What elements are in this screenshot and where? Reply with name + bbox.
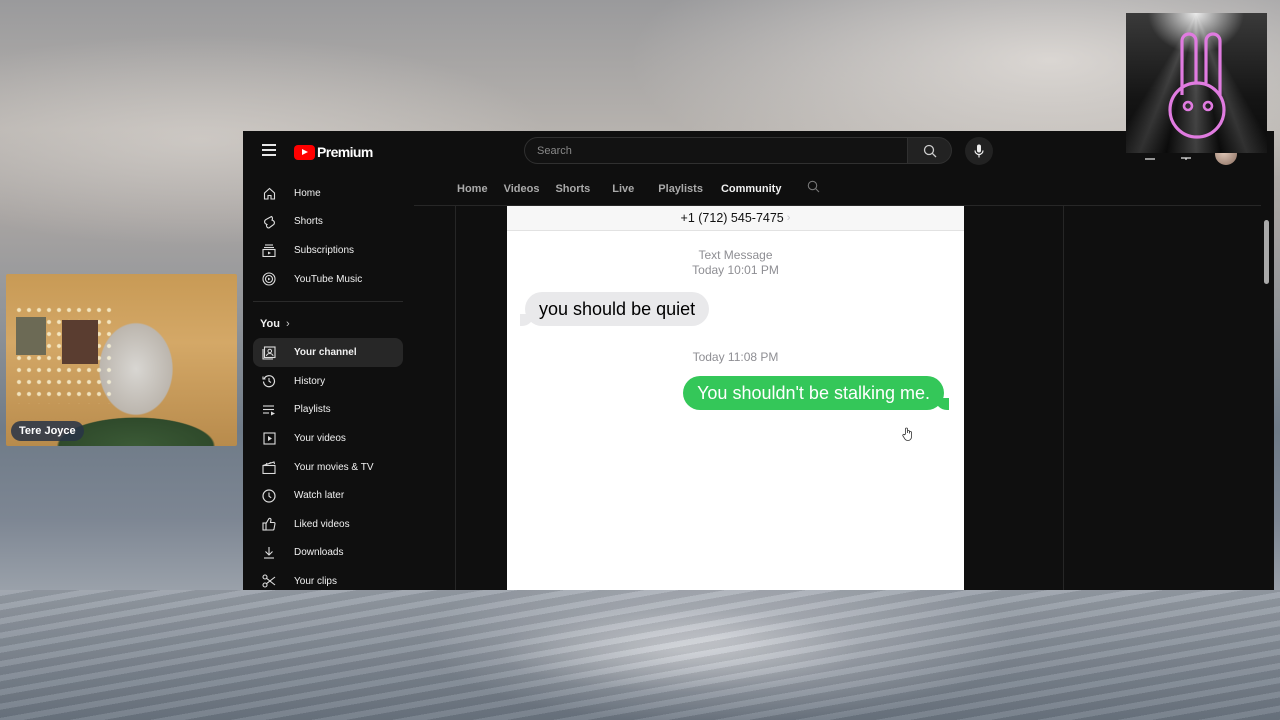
community-post-image: +1 (712) 545-7475 › Text Message Today 1…: [507, 206, 964, 590]
search-icon: [923, 144, 936, 157]
sidebar-divider: [253, 301, 403, 303]
chevron-right-icon: ›: [786, 212, 791, 224]
wall-painting: [16, 317, 46, 355]
tab-home[interactable]: Home: [457, 183, 488, 195]
sidebar-item-label: Home: [294, 187, 321, 199]
microphone-icon: [974, 144, 984, 158]
sidebar: Home Shorts Subscriptions YouTube Music …: [243, 179, 413, 590]
page-scrollbar[interactable]: [1264, 220, 1269, 284]
sidebar-you-header[interactable]: You ›: [243, 310, 413, 338]
tab-live[interactable]: Live: [612, 183, 634, 195]
sidebar-item-label: Your videos: [294, 432, 346, 444]
liked-videos-icon: [262, 517, 276, 531]
search-input[interactable]: [524, 137, 908, 164]
streamer-logo: [1126, 13, 1267, 153]
wall-painting: [62, 320, 98, 364]
brand-label: Premium: [317, 144, 373, 160]
sidebar-item-shorts[interactable]: Shorts: [253, 208, 403, 237]
column-divider: [455, 206, 456, 590]
column-divider: [1063, 206, 1064, 590]
hamburger-icon[interactable]: [262, 144, 276, 156]
contact-phone-number: +1 (712) 545-7475: [680, 211, 784, 225]
youtube-play-icon: [294, 144, 315, 160]
sidebar-item-label: Your movies & TV: [294, 461, 374, 473]
shorts-icon: [262, 215, 276, 229]
sidebar-item-label: Watch later: [294, 490, 345, 502]
sidebar-item-label: Liked videos: [294, 518, 350, 530]
downloads-icon: [262, 546, 276, 560]
subscriptions-icon: [262, 243, 276, 257]
youtube-window: Premium Search Home Shorts Subscriptions…: [243, 131, 1274, 590]
hand-cursor-icon: [902, 427, 912, 441]
sidebar-item-downloads[interactable]: Downloads: [253, 539, 403, 568]
sidebar-item-subscriptions[interactable]: Subscriptions: [253, 236, 403, 265]
tab-videos[interactable]: Videos: [504, 183, 540, 195]
you-section-title: You: [260, 318, 280, 331]
service-label: Text Message: [698, 248, 773, 262]
sidebar-item-label: Subscriptions: [294, 244, 355, 256]
message-timestamp: Today 10:01 PM: [692, 263, 779, 277]
sidebar-item-your-movies-tv[interactable]: Your movies & TV: [253, 453, 403, 482]
tab-shorts[interactable]: Shorts: [555, 183, 590, 195]
channel-tabs: Home Videos Shorts Live Playlists Commun…: [457, 180, 820, 208]
bunny-logo-icon: [1168, 32, 1226, 139]
channel-search-button[interactable]: [807, 180, 820, 198]
sidebar-item-watch-later[interactable]: Watch later: [253, 481, 403, 510]
chevron-right-icon: ›: [285, 318, 290, 331]
sidebar-item-label: Playlists: [294, 404, 331, 416]
clips-icon: [262, 574, 276, 588]
youtube-music-icon: [262, 272, 276, 286]
search-button[interactable]: [908, 137, 952, 164]
home-icon: [262, 186, 276, 200]
top-bar: Premium: [243, 131, 1274, 171]
message-header: +1 (712) 545-7475 ›: [507, 206, 964, 231]
playlists-icon: [262, 403, 276, 417]
sidebar-item-playlists[interactable]: Playlists: [253, 396, 403, 425]
movies-icon: [262, 460, 276, 474]
sidebar-item-label: Downloads: [294, 547, 344, 559]
background-water: [0, 590, 1280, 720]
sidebar-item-label: Shorts: [294, 216, 323, 228]
voice-search-button[interactable]: [965, 137, 993, 165]
incoming-message-bubble: you should be quiet: [519, 292, 710, 326]
participant-name-tag: Tere Joyce: [11, 421, 84, 441]
message-timestamp: Today 11:08 PM: [692, 350, 779, 364]
sidebar-item-liked-videos[interactable]: Liked videos: [253, 510, 403, 539]
watch-later-icon: [262, 489, 276, 503]
sidebar-item-your-channel[interactable]: Your channel: [253, 338, 403, 367]
search-icon: [808, 180, 820, 193]
search-bar: [524, 137, 952, 164]
sidebar-item-label: History: [294, 375, 326, 387]
sidebar-item-label: YouTube Music: [294, 273, 363, 285]
your-channel-icon: [262, 346, 276, 360]
outgoing-message-bubble: You shouldn't be stalking me.: [683, 376, 949, 410]
sidebar-item-history[interactable]: History: [253, 367, 403, 396]
youtube-premium-logo[interactable]: Premium: [294, 144, 373, 160]
sidebar-item-label: Your clips: [294, 575, 337, 587]
sidebar-item-your-clips[interactable]: Your clips: [253, 567, 403, 590]
sidebar-item-home[interactable]: Home: [253, 179, 403, 208]
tab-playlists[interactable]: Playlists: [658, 183, 703, 195]
sidebar-item-label: Your channel: [294, 347, 357, 359]
tab-community[interactable]: Community: [720, 183, 781, 208]
history-icon: [262, 374, 276, 388]
webcam-feed: Tere Joyce: [6, 274, 237, 446]
sidebar-item-youtube-music[interactable]: YouTube Music: [253, 265, 403, 294]
sidebar-item-your-videos[interactable]: Your videos: [253, 424, 403, 453]
your-videos-icon: [262, 431, 276, 445]
